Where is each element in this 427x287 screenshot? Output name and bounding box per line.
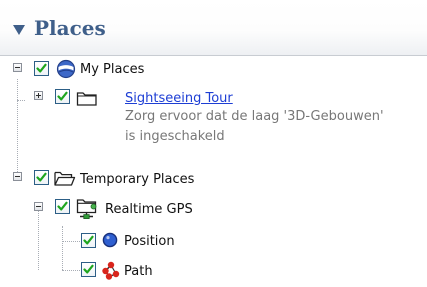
triangle-down-icon[interactable]	[13, 25, 25, 35]
collapse-minus-icon[interactable]	[13, 172, 22, 181]
path-label: Path	[124, 264, 153, 279]
collapse-minus-icon[interactable]	[13, 63, 22, 72]
folder-icon	[76, 89, 98, 107]
sightseeing-tour-link[interactable]: Sightseeing Tour	[125, 91, 233, 107]
path-checkbox[interactable]	[81, 262, 96, 277]
network-folder-icon	[75, 196, 101, 221]
expand-plus-icon[interactable]	[34, 91, 43, 100]
collapse-minus-icon[interactable]	[34, 202, 43, 211]
my-places-checkbox[interactable]	[34, 61, 49, 76]
my-places-label: My Places	[80, 62, 145, 77]
tree-item-position[interactable]: Position	[0, 231, 427, 253]
tree-item-realtime-gps[interactable]: Realtime GPS	[0, 199, 427, 223]
sightseeing-tour-checkbox[interactable]	[55, 89, 70, 104]
tree-item-path[interactable]: Path	[0, 260, 427, 284]
realtime-gps-checkbox[interactable]	[55, 199, 70, 214]
tree-item-temporary-places[interactable]: Temporary Places	[0, 170, 427, 192]
tree-item-my-places[interactable]: My Places	[0, 59, 427, 84]
position-checkbox[interactable]	[81, 233, 96, 248]
position-label: Position	[124, 234, 175, 249]
temporary-places-label: Temporary Places	[80, 172, 195, 187]
globe-icon	[55, 58, 77, 80]
temporary-places-checkbox[interactable]	[34, 170, 49, 185]
blue-dot-icon	[102, 232, 118, 248]
sightseeing-tour-description: Zorg ervoor dat de laag '3D-Gebouwen' is…	[125, 109, 384, 144]
red-path-icon	[101, 261, 121, 281]
open-folder-icon	[53, 169, 77, 188]
panel-title[interactable]: Places	[34, 16, 106, 40]
places-panel-header[interactable]: Places	[0, 0, 427, 56]
realtime-gps-label: Realtime GPS	[105, 202, 193, 217]
